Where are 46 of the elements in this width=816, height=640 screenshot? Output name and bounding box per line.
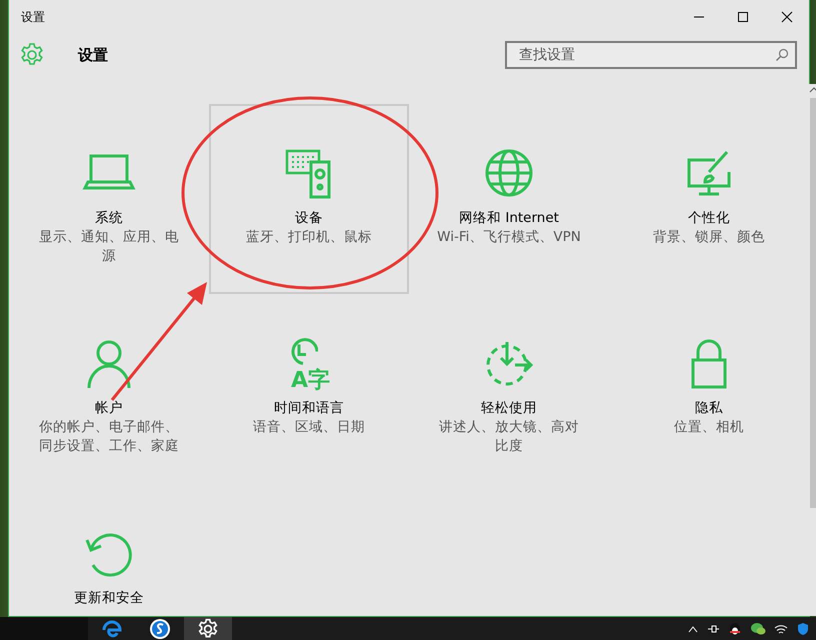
tile-description: 位置、相机 [674,418,744,437]
penguin-icon[interactable] [728,622,742,636]
tile-description: 源 [102,247,116,266]
page-title: 设置 [78,46,109,64]
tile-title: 设备 [295,209,323,228]
search-icon [775,48,789,62]
maximize-icon [737,11,749,23]
chevron-up-icon[interactable] [688,624,698,632]
tile-title: 时间和语言 [274,399,344,418]
tile-description: 讲述人、放大镜、高对 [439,418,579,437]
tile-description: Wi-Fi、飞行模式、VPN [437,228,581,247]
search-box[interactable]: 查找设置 [505,41,797,69]
settings-tile[interactable]: A字 时间和语言 语音、区域、日期 [209,294,409,484]
window-title: 设置 [21,8,45,26]
shield-icon[interactable] [796,622,810,636]
tile-title: 个性化 [688,209,730,228]
settings-tile[interactable]: 个性化 背景、锁屏、颜色 [609,104,809,294]
tile-title: 隐私 [695,399,723,418]
settings-tile[interactable]: 设备 蓝牙、打印机、鼠标 [209,104,409,294]
tile-description: 比度 [495,437,523,456]
settings-tile[interactable]: 系统 显示、通知、应用、电 源 [9,104,209,294]
scroll-up-icon[interactable] [809,86,816,94]
tile-title: 系统 [95,209,123,228]
tile-description: 蓝牙、打印机、鼠标 [246,228,372,247]
settings-tile[interactable]: 网络和 Internet Wi-Fi、飞行模式、VPN [409,104,609,294]
wifi-icon[interactable] [774,622,788,634]
gear-icon [19,42,45,68]
tile-title: 更新和安全 [74,589,144,608]
settings-tile[interactable]: 更新和安全 [9,484,209,640]
close-icon [781,11,793,23]
tile-description: 显示、通知、应用、电 [39,228,179,247]
gear-icon[interactable] [184,617,232,640]
start-area[interactable] [0,617,88,640]
scrollbar[interactable] [809,84,816,616]
tile-description: 背景、锁屏、颜色 [653,228,765,247]
tile-title: 网络和 Internet [459,209,559,228]
settings-tile[interactable]: 轻松使用 讲述人、放大镜、高对 比度 [409,294,609,484]
tile-title: 帐户 [95,399,123,418]
tile-description: 语音、区域、日期 [253,418,365,437]
tile-title: 轻松使用 [481,399,537,418]
settings-tile[interactable]: 帐户 你的帐户、电子邮件、 同步设置、工作、家庭 [9,294,209,484]
chat-bubble-icon[interactable] [750,622,766,636]
settings-tile[interactable]: 隐私 位置、相机 [609,294,809,484]
tile-description: 你的帐户、电子邮件、 [39,418,179,437]
tile-description: 同步设置、工作、家庭 [39,437,179,456]
search-field[interactable]: 查找设置 [517,46,775,64]
